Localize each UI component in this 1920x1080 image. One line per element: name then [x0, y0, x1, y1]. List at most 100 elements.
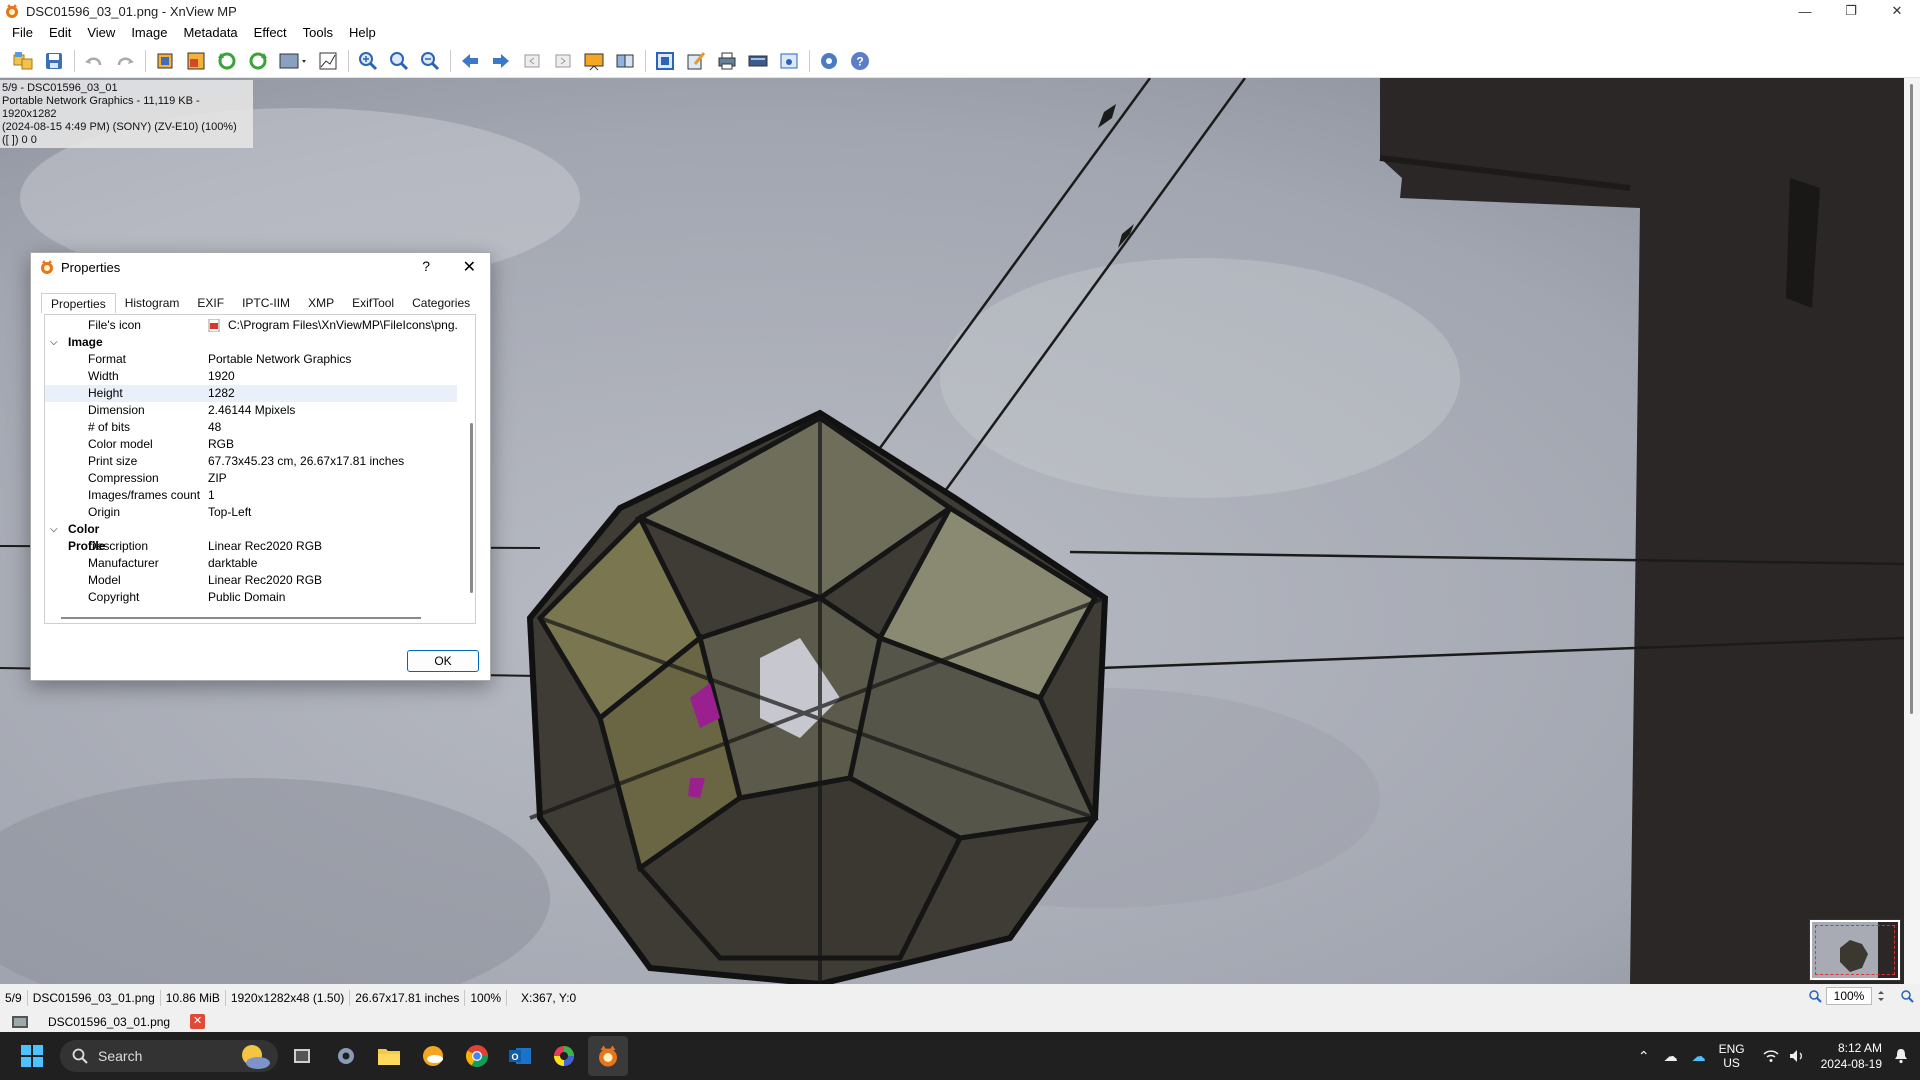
zoom-out-icon[interactable]	[417, 48, 443, 74]
menu-help[interactable]: Help	[341, 22, 384, 44]
search-icon	[72, 1048, 88, 1064]
menu-view[interactable]: View	[79, 22, 123, 44]
property-row[interactable]: Print size 67.73x45.23 cm, 26.67x17.81 in…	[45, 453, 457, 470]
volume-icon[interactable]	[1789, 1049, 1805, 1063]
levels-icon[interactable]	[315, 48, 341, 74]
windows-start-icon[interactable]	[12, 1036, 52, 1076]
zoom-stepper-icon[interactable]	[1876, 988, 1886, 1004]
menu-metadata[interactable]: Metadata	[175, 22, 245, 44]
property-key: Compression	[88, 471, 159, 485]
scrollbar-thumb[interactable]	[1910, 84, 1913, 714]
menu-effect[interactable]: Effect	[246, 22, 295, 44]
menu-image[interactable]: Image	[123, 22, 175, 44]
crop-icon[interactable]	[152, 48, 178, 74]
property-row[interactable]: Compression ZIP	[45, 470, 457, 487]
property-row[interactable]: Images/frames count 1	[45, 487, 457, 504]
tab-iptc-iim[interactable]: IPTC-IIM	[233, 293, 299, 313]
adjust-icon[interactable]	[276, 48, 310, 74]
color-app-icon[interactable]	[544, 1036, 584, 1076]
zoom-input[interactable]: 100%	[1826, 987, 1872, 1005]
onedrive-icon[interactable]: ☁	[1664, 1048, 1678, 1065]
browse-icon[interactable]	[10, 48, 36, 74]
print-icon[interactable]	[714, 48, 740, 74]
onedrive-sync-icon[interactable]: ☁	[1692, 1048, 1706, 1065]
navigator-thumbnail[interactable]	[1810, 920, 1900, 980]
minimize-button[interactable]: —	[1782, 0, 1828, 22]
property-row[interactable]: Format Portable Network Graphics	[45, 351, 457, 368]
system-tray: ⌃ ☁ ☁ ENG US 8:12 AM 2024-08-19	[1631, 1032, 1920, 1080]
tab-exiftool[interactable]: ExifTool	[343, 293, 403, 313]
language-indicator[interactable]: ENG US	[1719, 1042, 1745, 1070]
zoom-out-small-icon[interactable]	[1900, 989, 1914, 1003]
zoom-in-small-icon[interactable]	[1808, 989, 1822, 1003]
slideshow-icon[interactable]	[581, 48, 607, 74]
viewer-scrollbar[interactable]	[1904, 78, 1920, 984]
main-toolbar: ?	[0, 44, 1920, 78]
property-row[interactable]: Dimension 2.46144 Mpixels	[45, 402, 457, 419]
resize-icon[interactable]	[183, 48, 209, 74]
dialog-close-button[interactable]: ✕	[463, 257, 476, 277]
property-row-file-icon[interactable]: File's icon C:\Program Files\XnViewMP\Fi…	[45, 317, 458, 334]
redo-icon[interactable]	[112, 48, 138, 74]
file-tab[interactable]: DSC01596_03_01.png ✕	[12, 1014, 206, 1029]
fullscreen-icon[interactable]	[652, 48, 678, 74]
chevron-down-icon[interactable]: ⌵	[50, 334, 58, 351]
property-row[interactable]: Description Linear Rec2020 RGB	[45, 538, 457, 555]
list-horizontal-scrollbar[interactable]	[61, 617, 421, 619]
settings-gear-icon[interactable]	[326, 1036, 366, 1076]
edit-icon[interactable]	[683, 48, 709, 74]
rotate-left-icon[interactable]	[214, 48, 240, 74]
tab-properties[interactable]: Properties	[41, 293, 116, 313]
outlook-icon[interactable]: O	[500, 1036, 540, 1076]
tab-exif[interactable]: EXIF	[188, 293, 233, 313]
properties-list[interactable]: File's icon C:\Program Files\XnViewMP\Fi…	[44, 314, 476, 624]
tab-close-icon[interactable]: ✕	[190, 1014, 206, 1029]
ok-button[interactable]: OK	[407, 650, 479, 672]
chevron-up-icon[interactable]: ⌃	[1638, 1048, 1650, 1065]
notification-bell-icon[interactable]	[1894, 1048, 1908, 1064]
property-row-selected[interactable]: Height 1282	[45, 385, 457, 402]
property-row[interactable]: Width 1920	[45, 368, 457, 385]
maximize-button[interactable]: ❐	[1828, 0, 1874, 22]
tab-histogram[interactable]: Histogram	[116, 293, 189, 313]
settings-icon[interactable]	[816, 48, 842, 74]
taskbar-search-box[interactable]: Search	[60, 1040, 278, 1072]
property-row[interactable]: Model Linear Rec2020 RGB	[45, 572, 457, 589]
close-window-button[interactable]: ✕	[1874, 0, 1920, 22]
weather-app-icon[interactable]	[413, 1036, 453, 1076]
last-icon[interactable]	[550, 48, 576, 74]
compare-icon[interactable]	[612, 48, 638, 74]
xnview-taskbar-icon[interactable]	[588, 1036, 628, 1076]
undo-icon[interactable]	[81, 48, 107, 74]
zoom-fit-icon[interactable]	[386, 48, 412, 74]
help-icon[interactable]: ?	[847, 48, 873, 74]
navigator-viewport-frame[interactable]	[1815, 925, 1895, 975]
svg-text:?: ?	[856, 54, 863, 68]
property-row[interactable]: Manufacturer darktable	[45, 555, 457, 572]
prev-arrow-icon[interactable]	[457, 48, 483, 74]
next-arrow-icon[interactable]	[488, 48, 514, 74]
property-row[interactable]: Color model RGB	[45, 436, 457, 453]
property-row[interactable]: Origin Top-Left	[45, 504, 457, 521]
menu-edit[interactable]: Edit	[41, 22, 79, 44]
property-row[interactable]: # of bits 48	[45, 419, 457, 436]
task-view-icon[interactable]	[282, 1036, 322, 1076]
first-icon[interactable]	[519, 48, 545, 74]
chevron-down-icon[interactable]: ⌵	[50, 521, 58, 538]
wifi-icon[interactable]	[1763, 1049, 1779, 1063]
save-icon[interactable]	[41, 48, 67, 74]
zoom-in-icon[interactable]	[355, 48, 381, 74]
tab-xmp[interactable]: XMP	[299, 293, 343, 313]
tab-categories[interactable]: Categories	[403, 293, 479, 313]
file-explorer-icon[interactable]	[369, 1036, 409, 1076]
chrome-icon[interactable]	[457, 1036, 497, 1076]
clock[interactable]: 8:12 AM 2024-08-19	[1821, 1040, 1882, 1072]
menu-tools[interactable]: Tools	[295, 22, 341, 44]
property-row[interactable]: Copyright Public Domain	[45, 589, 457, 606]
dialog-help-button[interactable]: ?	[422, 258, 430, 274]
scanner-icon[interactable]	[745, 48, 771, 74]
rotate-right-icon[interactable]	[245, 48, 271, 74]
menu-file[interactable]: File	[4, 22, 41, 44]
screenshot-icon[interactable]	[776, 48, 802, 74]
list-vertical-scrollbar[interactable]	[470, 423, 473, 593]
